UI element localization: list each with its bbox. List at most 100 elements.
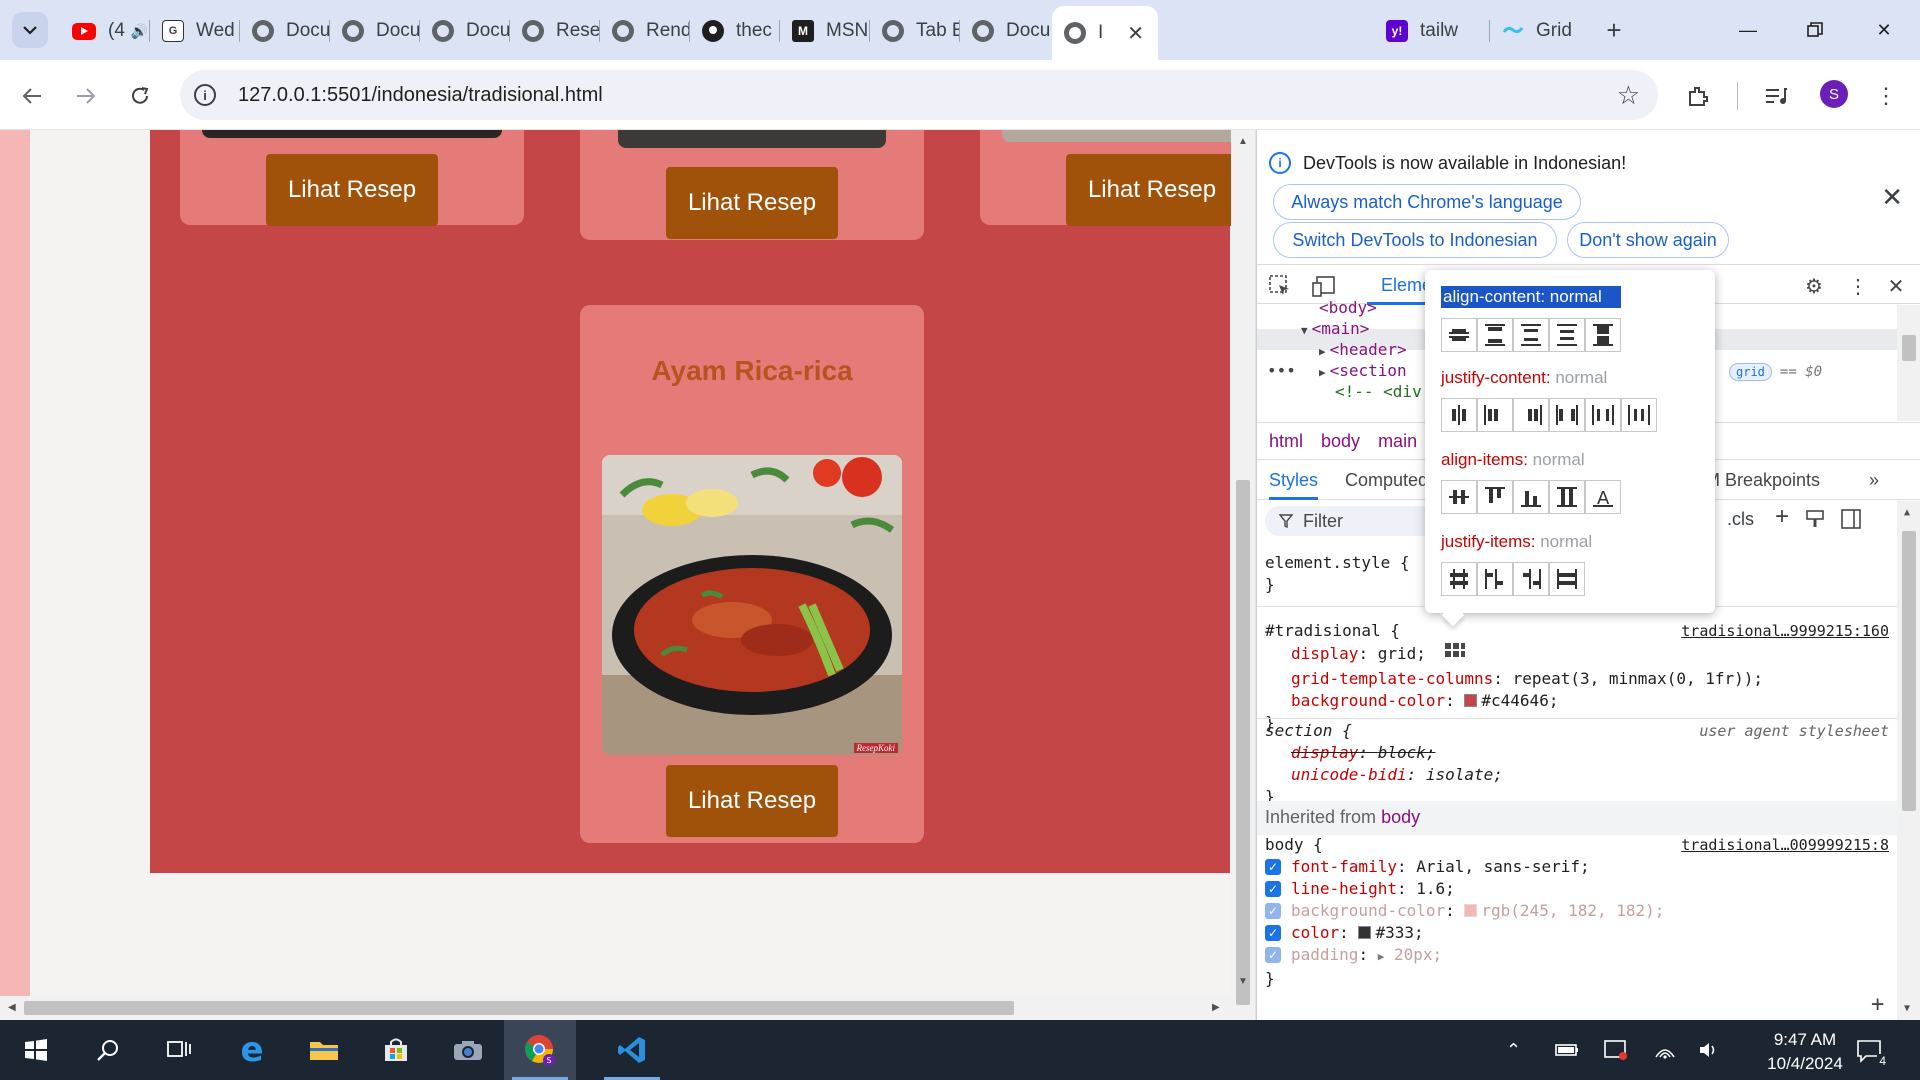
restore-button[interactable] <box>1795 14 1835 46</box>
justify-items-start-icon[interactable] <box>1477 562 1513 596</box>
volume-icon[interactable] <box>1698 1020 1720 1080</box>
vscode-app[interactable] <box>596 1020 668 1080</box>
tab-msn[interactable]: M MSN <box>780 10 870 52</box>
dom-node-main[interactable]: ▼ <main> <box>1301 318 1369 341</box>
color-format-icon[interactable] <box>1805 509 1825 534</box>
new-tab-button[interactable]: + <box>1598 14 1630 46</box>
more-options-icon[interactable]: ⋮ <box>1845 273 1871 299</box>
color-swatch[interactable] <box>1464 694 1478 707</box>
decl-padding[interactable]: ✓ padding: ▶ 20px; <box>1265 944 1889 968</box>
breadcrumb-main[interactable]: main <box>1378 431 1417 452</box>
dont-show-again-button[interactable]: Don't show again <box>1567 222 1729 258</box>
forward-button[interactable] <box>68 78 104 114</box>
tab-styles[interactable]: Styles <box>1269 460 1319 500</box>
settings-gear-icon[interactable]: ⚙ <box>1801 273 1827 299</box>
lihat-resep-button[interactable]: Lihat Resep <box>266 154 438 226</box>
switch-devtools-language-button[interactable]: Switch DevTools to Indonesian <box>1273 222 1557 258</box>
scroll-thumb[interactable] <box>1902 531 1916 811</box>
rule-source-link[interactable]: tradisional…009999215:8 <box>1681 834 1889 856</box>
always-match-language-button[interactable]: Always match Chrome's language <box>1273 184 1581 220</box>
dom-node-comment[interactable]: <!-- <div <box>1335 381 1422 402</box>
tab-dom-breakpoints[interactable]: M Breakpoints <box>1705 460 1820 500</box>
reload-button[interactable] <box>122 78 158 114</box>
search-button[interactable] <box>72 1020 144 1080</box>
menu-kebab-icon[interactable]: ⋮ <box>1870 80 1902 112</box>
grid-badge[interactable]: grid <box>1729 363 1772 381</box>
extensions-icon[interactable] <box>1682 80 1714 112</box>
align-items-baseline-icon[interactable]: A <box>1585 480 1621 514</box>
decl-unicode-bidi[interactable]: unicode-bidi: isolate; <box>1265 764 1889 786</box>
site-info-icon[interactable]: i <box>194 84 216 106</box>
justify-content-space-evenly-icon[interactable] <box>1621 398 1657 432</box>
tab-tailwind[interactable]: y! tailw <box>1374 10 1490 52</box>
profile-avatar[interactable]: S <box>1820 80 1848 108</box>
toggle-sidebar-icon[interactable] <box>1841 509 1861 534</box>
show-hidden-icons-chevron-icon[interactable]: ⌃ <box>1506 1020 1521 1080</box>
decl-display[interactable]: display: grid; <box>1265 642 1889 668</box>
wifi-icon[interactable] <box>1654 1020 1676 1080</box>
lihat-resep-button[interactable]: Lihat Resep <box>1066 154 1238 226</box>
grid-editor-icon[interactable] <box>1444 642 1466 668</box>
tab-github[interactable]: thec <box>690 10 780 52</box>
file-explorer-app[interactable] <box>288 1020 360 1080</box>
lihat-resep-button[interactable]: Lihat Resep <box>666 167 838 239</box>
justify-items-end-icon[interactable] <box>1513 562 1549 596</box>
bookmark-star-icon[interactable]: ☆ <box>1617 80 1640 111</box>
tab-computed[interactable]: Computed <box>1345 460 1428 500</box>
property-checkbox[interactable]: ✓ <box>1265 903 1281 919</box>
justify-content-space-between-icon[interactable] <box>1549 398 1585 432</box>
tab-rend[interactable]: Rend <box>600 10 690 52</box>
align-items-start-icon[interactable] <box>1477 480 1513 514</box>
decl-display-overridden[interactable]: display: block; <box>1265 742 1889 764</box>
align-content-space-evenly-icon[interactable] <box>1549 318 1585 352</box>
justify-items-center-icon[interactable] <box>1441 562 1477 596</box>
scroll-right-arrow[interactable]: ▶ <box>1212 1002 1220 1013</box>
decl-grid-template-columns[interactable]: grid-template-columns: repeat(3, minmax(… <box>1265 668 1889 690</box>
chrome-app[interactable]: S <box>504 1020 576 1080</box>
new-style-rule-icon[interactable]: + <box>1775 503 1789 531</box>
close-infobar-icon[interactable]: ✕ <box>1881 182 1903 213</box>
tab-youtube[interactable]: (4 🔊 <box>60 10 150 52</box>
tab-docu-4[interactable]: Docu <box>960 10 1050 52</box>
page-vertical-scrollbar[interactable]: ▲ ▼ <box>1231 130 1255 1020</box>
breadcrumb-html[interactable]: html <box>1269 431 1303 452</box>
dom-node-header[interactable]: ▶ <header> <box>1319 339 1407 362</box>
task-view-button[interactable] <box>144 1020 216 1080</box>
color-swatch[interactable] <box>1358 926 1372 939</box>
decl-font-family[interactable]: ✓ font-family: Arial, sans-serif; <box>1265 856 1889 878</box>
inspect-element-icon[interactable] <box>1267 273 1293 299</box>
scroll-thumb[interactable] <box>1236 480 1250 1005</box>
property-checkbox[interactable]: ✓ <box>1265 881 1281 897</box>
color-swatch[interactable] <box>1464 904 1478 917</box>
tab-grid[interactable]: Grid <box>1490 10 1590 52</box>
dom-scrollbar[interactable] <box>1897 305 1920 421</box>
justify-content-space-around-icon[interactable] <box>1585 398 1621 432</box>
align-items-end-icon[interactable] <box>1513 480 1549 514</box>
system-clock[interactable]: 9:47 AM 10/4/2024 <box>1760 1028 1850 1076</box>
tab-active[interactable]: I ✕ <box>1052 6 1158 60</box>
tab-docu-3[interactable]: Docu <box>420 10 510 52</box>
tab-docu-2[interactable]: Docu <box>330 10 420 52</box>
scroll-thumb[interactable] <box>24 1001 1014 1015</box>
tab-search-button[interactable] <box>12 12 48 48</box>
styles-scrollbar[interactable]: ▲ ▼ <box>1897 501 1920 1020</box>
expand-triangle-icon[interactable]: ▶ <box>1378 950 1385 963</box>
url-text[interactable]: 127.0.0.1:5501/indonesia/tradisional.htm… <box>238 84 603 107</box>
lihat-resep-button[interactable]: Lihat Resep <box>666 765 838 837</box>
media-control-icon[interactable] <box>1760 80 1792 112</box>
property-checkbox[interactable]: ✓ <box>1265 859 1281 875</box>
decl-background-color-inherited[interactable]: ✓ background-color: rgb(245, 182, 182); <box>1265 900 1889 922</box>
rule-section-ua[interactable]: section { user agent stylesheet display:… <box>1265 720 1889 808</box>
rule-tradisional[interactable]: #tradisional { tradisional…9999215:160 d… <box>1265 620 1889 734</box>
minimize-button[interactable]: — <box>1728 14 1768 46</box>
close-tab-icon[interactable]: ✕ <box>1127 21 1144 46</box>
device-toolbar-icon[interactable] <box>1311 273 1337 299</box>
justify-items-stretch-icon[interactable] <box>1549 562 1585 596</box>
decl-background-color[interactable]: background-color: #c44646; <box>1265 690 1889 712</box>
tab-docu-1[interactable]: Docu <box>240 10 330 52</box>
page-horizontal-scrollbar[interactable]: ◀ ▶ <box>0 996 1231 1020</box>
property-checkbox[interactable]: ✓ <box>1265 947 1281 963</box>
more-tabs-chevron-icon[interactable]: » <box>1869 460 1879 500</box>
camera-app[interactable] <box>432 1020 504 1080</box>
scroll-up-arrow[interactable]: ▲ <box>1238 136 1248 147</box>
